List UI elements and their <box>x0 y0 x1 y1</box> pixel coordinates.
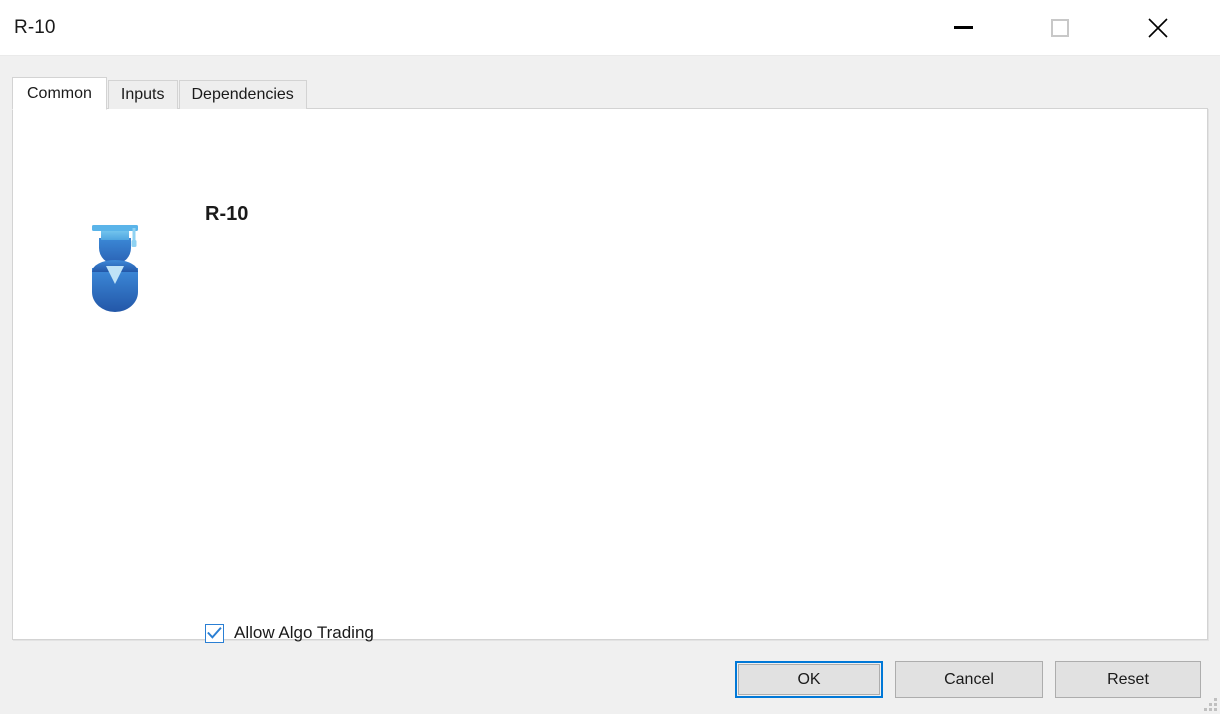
tab-common-label: Common <box>27 84 92 102</box>
tab-common[interactable]: Common <box>12 77 107 110</box>
reset-button[interactable]: Reset <box>1055 661 1201 698</box>
tab-inputs-label: Inputs <box>120 86 165 103</box>
close-button[interactable] <box>1128 0 1188 55</box>
resize-grip[interactable] <box>1203 697 1217 711</box>
tab-inputs[interactable]: Inputs <box>107 80 178 109</box>
minimize-icon <box>953 26 973 29</box>
dialog-button-bar: OK Cancel Reset <box>0 661 1220 714</box>
dialog-body: Common Inputs Dependencies R-10 Allow Al… <box>0 56 1220 714</box>
allow-algo-trading-checkbox[interactable]: Allow Algo Trading <box>205 623 374 643</box>
checkbox-box[interactable] <box>205 623 224 643</box>
title-bar: R-10 <box>0 0 1220 56</box>
check-icon <box>207 626 222 639</box>
expert-name: R-10 <box>205 203 249 225</box>
minimize-button[interactable] <box>933 0 993 55</box>
expert-advisor-graduate-icon <box>92 225 138 312</box>
window-title: R-10 <box>14 17 56 38</box>
tab-panel-common: R-10 Allow Algo Trading <box>12 108 1208 643</box>
tab-dependencies-label: Dependencies <box>191 86 294 103</box>
maximize-icon <box>1051 18 1069 37</box>
tab-dependencies[interactable]: Dependencies <box>178 80 307 109</box>
cancel-button[interactable]: Cancel <box>895 661 1043 698</box>
allow-algo-trading-label: Allow Algo Trading <box>234 623 374 642</box>
window-controls <box>933 0 1220 55</box>
ok-button[interactable]: OK <box>735 661 883 698</box>
close-icon <box>1148 17 1168 38</box>
tab-strip: Common Inputs Dependencies <box>12 77 308 110</box>
maximize-button[interactable] <box>1030 0 1090 55</box>
